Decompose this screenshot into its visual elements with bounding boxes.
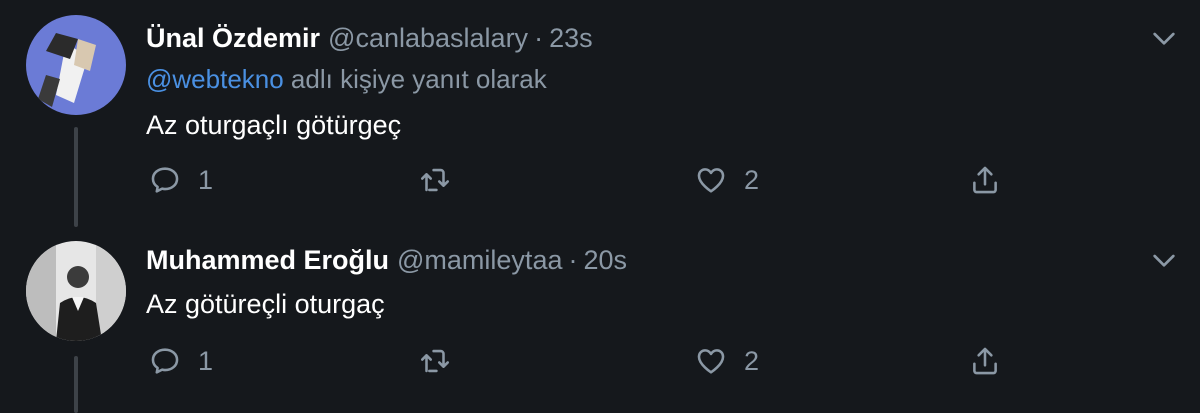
timestamp[interactable]: 23s — [549, 23, 593, 53]
reply-button[interactable]: 1 — [148, 160, 213, 200]
reply-button[interactable]: 1 — [148, 341, 213, 381]
separator: · — [568, 245, 578, 275]
mention-link[interactable]: @webtekno — [146, 64, 284, 94]
chevron-down-icon[interactable] — [1148, 22, 1180, 54]
display-name[interactable]: Ünal Özdemir — [146, 23, 320, 53]
avatar[interactable] — [26, 241, 126, 341]
share-button[interactable] — [968, 160, 1002, 200]
tweet-header: Ünal Özdemir @canlabaslalary · 23s — [146, 21, 593, 55]
thread-line — [74, 356, 78, 413]
timestamp[interactable]: 20s — [583, 245, 627, 275]
reply-icon — [151, 348, 179, 374]
heart-icon — [697, 349, 725, 374]
avatar-image — [26, 15, 126, 115]
display-name[interactable]: Muhammed Eroğlu — [146, 245, 389, 275]
chevron-down-icon[interactable] — [1148, 244, 1180, 276]
separator: · — [534, 23, 544, 53]
share-button[interactable] — [968, 341, 1002, 381]
tweet-text: Az oturgaçlı götürgeç — [146, 110, 402, 140]
reply-icon — [151, 167, 179, 193]
tweet[interactable]: Ünal Özdemir @canlabaslalary · 23s @webtekn… — [0, 0, 1200, 230]
avatar[interactable] — [26, 15, 126, 115]
replying-to-label: adlı kişiye yanıt olarak — [283, 64, 547, 94]
like-button[interactable]: 2 — [694, 160, 759, 200]
avatar-image — [26, 241, 126, 341]
reply-count: 1 — [198, 164, 214, 195]
tweet-header: Muhammed Eroğlu @mamileytaa · 20s — [146, 243, 627, 277]
tweet-text: Az götüreçli oturgaç — [146, 289, 385, 319]
user-handle[interactable]: @mamileytaa — [397, 245, 562, 275]
like-button[interactable]: 2 — [694, 341, 759, 381]
like-count: 2 — [744, 164, 760, 195]
reply-count: 1 — [198, 345, 214, 376]
tweet-actions: 1 2 — [140, 160, 1040, 200]
like-count: 2 — [744, 345, 760, 376]
user-handle[interactable]: @canlabaslalary — [328, 23, 528, 53]
share-icon — [973, 347, 997, 375]
tweet-actions: 1 2 — [140, 341, 1040, 381]
share-icon — [973, 166, 997, 194]
retweet-icon — [420, 168, 450, 192]
retweet-icon — [420, 349, 450, 373]
thread-line — [74, 127, 78, 227]
replying-to: @webtekno adlı kişiye yanıt olarak — [146, 62, 547, 96]
retweet-button[interactable] — [418, 160, 452, 200]
tweet[interactable]: Muhammed Eroğlu @mamileytaa · 20s Az götüre… — [0, 230, 1200, 413]
retweet-button[interactable] — [418, 341, 452, 381]
heart-icon — [697, 168, 725, 193]
